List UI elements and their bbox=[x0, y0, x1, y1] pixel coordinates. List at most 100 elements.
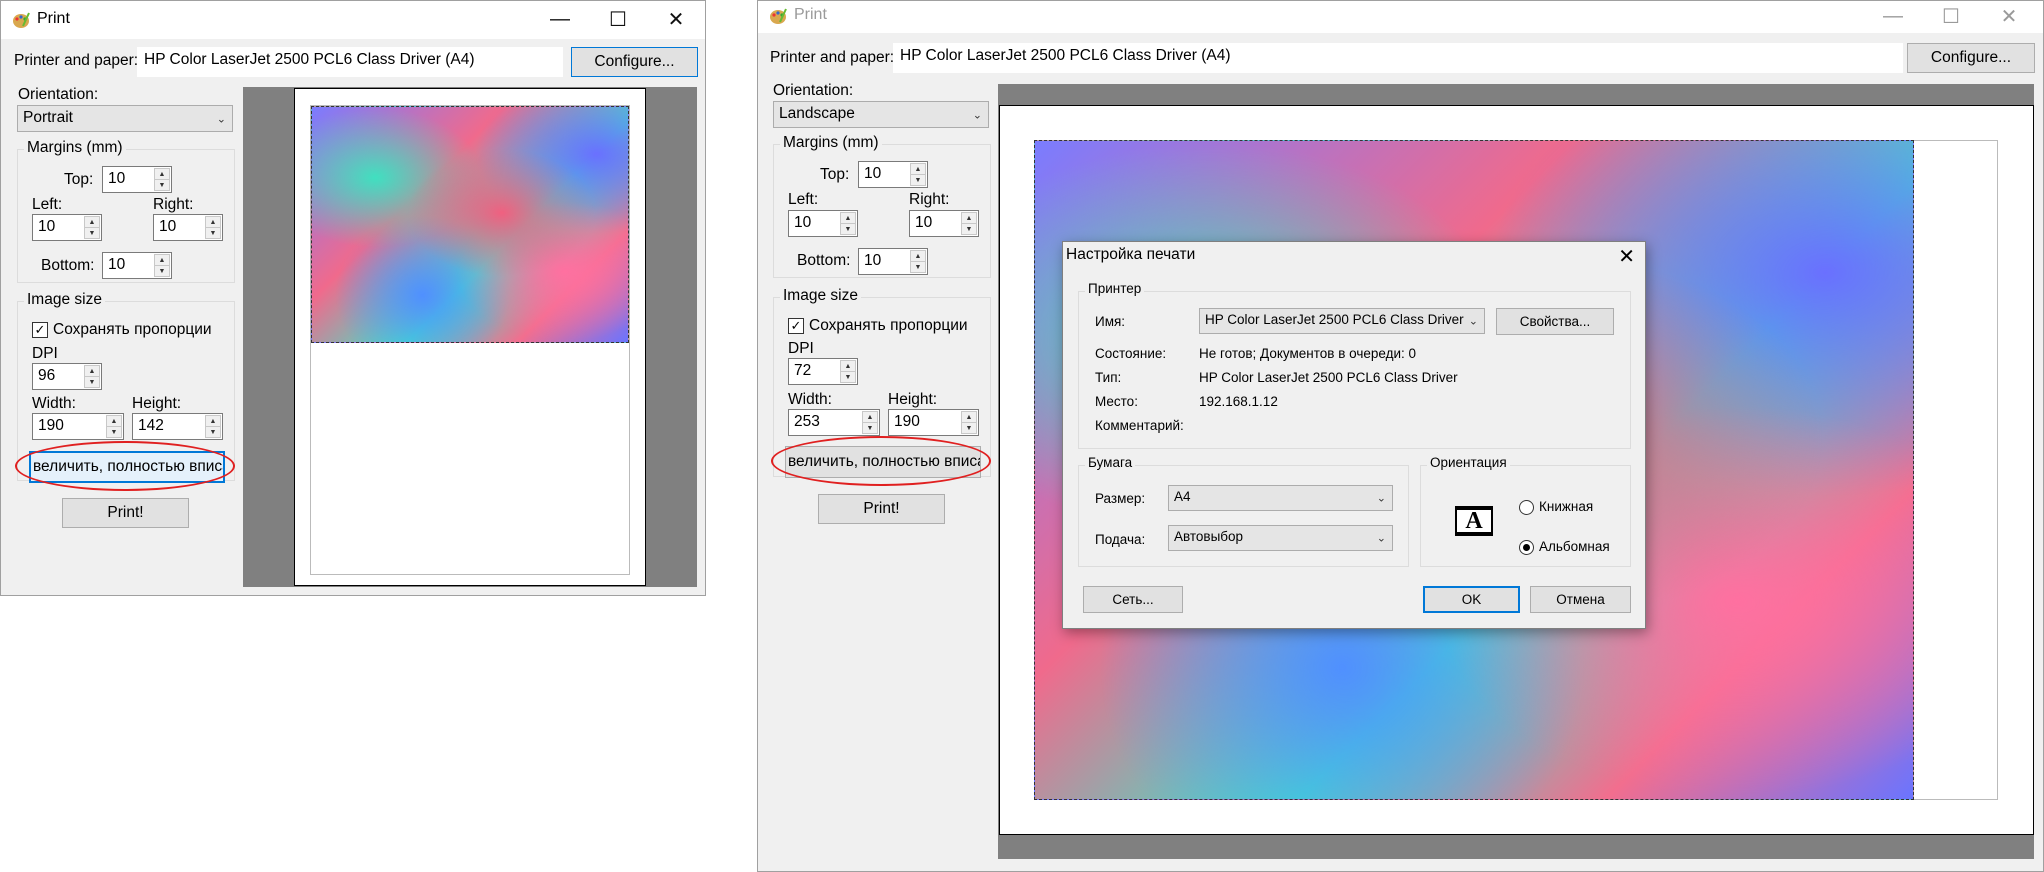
top-margin-value: 10 bbox=[864, 165, 882, 182]
orientation-select[interactable]: Portrait ⌄ bbox=[17, 105, 233, 132]
where-value: 192.168.1.12 bbox=[1199, 394, 1278, 409]
left-margin-value: 10 bbox=[38, 218, 56, 235]
spin-down-icon[interactable]: ▼ bbox=[205, 426, 221, 438]
maximize-icon[interactable]: ☐ bbox=[1922, 1, 1980, 31]
portrait-radio[interactable] bbox=[1519, 500, 1534, 515]
left-label: Left: bbox=[788, 191, 819, 208]
dpi-label: DPI bbox=[32, 345, 58, 362]
network-button[interactable]: Сеть... bbox=[1083, 586, 1183, 613]
printer-name-value: HP Color LaserJet 2500 PCL6 Class Driver bbox=[1205, 312, 1464, 327]
keep-ratio-checkbox[interactable]: ✓ bbox=[788, 318, 804, 334]
printer-group-title: Принтер bbox=[1085, 281, 1145, 296]
left-titlebar: Print — ☐ ✕ bbox=[1, 1, 705, 39]
spin-down-icon[interactable]: ▼ bbox=[840, 223, 856, 235]
paper-size-value: A4 bbox=[1174, 489, 1191, 504]
window-title: Print bbox=[794, 6, 827, 23]
width-label: Width: bbox=[788, 391, 832, 408]
type-label: Тип: bbox=[1095, 370, 1122, 385]
width-label: Width: bbox=[32, 395, 76, 412]
annotation-ellipse bbox=[771, 436, 991, 486]
chevron-down-icon: ⌄ bbox=[1376, 532, 1386, 545]
landscape-label: Альбомная bbox=[1539, 539, 1610, 554]
right-margin-input[interactable]: 10 ▲ ▼ bbox=[153, 214, 223, 241]
chevron-down-icon: ⌄ bbox=[972, 109, 982, 121]
paper-size-select[interactable]: A4 ⌄ bbox=[1168, 485, 1393, 511]
left-margin-input[interactable]: 10 ▲ ▼ bbox=[788, 210, 858, 237]
comment-label: Комментарий: bbox=[1095, 418, 1184, 433]
top-margin-input[interactable]: 10 ▲ ▼ bbox=[858, 161, 928, 188]
dpi-input[interactable]: 72 ▲ ▼ bbox=[788, 358, 858, 385]
print-button[interactable]: Print! bbox=[62, 498, 189, 528]
spin-down-icon[interactable]: ▼ bbox=[154, 179, 170, 191]
height-input[interactable]: 190 ▲ ▼ bbox=[888, 409, 979, 436]
width-input[interactable]: 190 ▲ ▼ bbox=[32, 413, 124, 440]
source-label: Подача: bbox=[1095, 532, 1146, 547]
spin-down-icon[interactable]: ▼ bbox=[961, 422, 977, 434]
spin-down-icon[interactable]: ▼ bbox=[840, 371, 856, 383]
height-label: Height: bbox=[132, 395, 182, 412]
annotation-ellipse bbox=[15, 441, 235, 491]
top-margin-input[interactable]: 10 ▲ ▼ bbox=[102, 166, 172, 193]
configure-button[interactable]: Configure... bbox=[571, 47, 698, 77]
paper-group: Бумага bbox=[1078, 455, 1409, 567]
spin-down-icon[interactable]: ▼ bbox=[84, 376, 100, 388]
paper-source-select[interactable]: Автовыбор ⌄ bbox=[1168, 525, 1393, 551]
status-label: Состояние: bbox=[1095, 346, 1167, 361]
orientation-label: Orientation: bbox=[773, 82, 854, 99]
close-icon[interactable]: ✕ bbox=[647, 1, 705, 37]
window-title: Print bbox=[37, 10, 70, 27]
spin-down-icon[interactable]: ▼ bbox=[862, 422, 878, 434]
minimize-icon[interactable]: — bbox=[1864, 1, 1922, 31]
height-input[interactable]: 142 ▲ ▼ bbox=[132, 413, 223, 440]
paper-sheet bbox=[294, 88, 646, 586]
size-label: Размер: bbox=[1095, 491, 1146, 506]
close-icon[interactable]: ✕ bbox=[1980, 1, 2038, 31]
spin-down-icon[interactable]: ▼ bbox=[205, 227, 221, 239]
top-margin-value: 10 bbox=[108, 170, 126, 187]
left-margin-input[interactable]: 10 ▲ ▼ bbox=[32, 214, 102, 241]
configure-button[interactable]: Configure... bbox=[1907, 43, 2035, 73]
image-size-title: Image size bbox=[24, 291, 105, 309]
top-label: Top: bbox=[64, 171, 94, 188]
checkmark-icon: ✓ bbox=[790, 318, 802, 333]
paper-group-title: Бумага bbox=[1085, 455, 1136, 470]
print-button[interactable]: Print! bbox=[818, 494, 945, 524]
spin-down-icon[interactable]: ▼ bbox=[84, 227, 100, 239]
print-preview bbox=[243, 87, 697, 587]
orientation-select[interactable]: Landscape ⌄ bbox=[773, 101, 989, 128]
margins-title: Margins (mm) bbox=[780, 134, 882, 152]
keep-ratio-checkbox[interactable]: ✓ bbox=[32, 322, 48, 338]
spin-down-icon[interactable]: ▼ bbox=[961, 223, 977, 235]
name-label: Имя: bbox=[1095, 314, 1126, 329]
maximize-icon[interactable]: ☐ bbox=[589, 1, 647, 37]
status-value: Не готов; Документов в очереди: 0 bbox=[1199, 346, 1417, 361]
orientation-value: Landscape bbox=[779, 105, 855, 122]
ok-button[interactable]: OK bbox=[1423, 586, 1520, 613]
landscape-radio[interactable] bbox=[1519, 540, 1534, 555]
bottom-margin-value: 10 bbox=[864, 252, 882, 269]
height-value: 190 bbox=[894, 413, 920, 430]
close-icon[interactable]: ✕ bbox=[1618, 244, 1635, 269]
spin-down-icon[interactable]: ▼ bbox=[106, 426, 122, 438]
dpi-input[interactable]: 96 ▲ ▼ bbox=[32, 363, 102, 390]
right-label: Right: bbox=[153, 196, 194, 213]
properties-button[interactable]: Свойства... bbox=[1496, 308, 1614, 335]
spin-down-icon[interactable]: ▼ bbox=[910, 261, 926, 273]
bottom-margin-input[interactable]: 10 ▲ ▼ bbox=[858, 248, 928, 275]
chevron-down-icon: ⌄ bbox=[1376, 492, 1386, 505]
minimize-icon[interactable]: — bbox=[531, 1, 589, 37]
bottom-margin-input[interactable]: 10 ▲ ▼ bbox=[102, 252, 172, 279]
width-input[interactable]: 253 ▲ ▼ bbox=[788, 409, 880, 436]
orientation-a-icon: A bbox=[1455, 506, 1493, 536]
printer-name-select[interactable]: HP Color LaserJet 2500 PCL6 Class Driver… bbox=[1199, 308, 1485, 334]
checkmark-icon: ✓ bbox=[34, 322, 46, 337]
bottom-label: Bottom: bbox=[41, 257, 95, 274]
app-palette-icon bbox=[770, 8, 787, 24]
spin-down-icon[interactable]: ▼ bbox=[910, 174, 926, 186]
spin-down-icon[interactable]: ▼ bbox=[154, 265, 170, 277]
printer-paper-label: Printer and paper: bbox=[770, 49, 895, 66]
bottom-label: Bottom: bbox=[797, 252, 851, 269]
right-margin-input[interactable]: 10 ▲ ▼ bbox=[909, 210, 979, 237]
cancel-button[interactable]: Отмена bbox=[1530, 586, 1631, 613]
top-label: Top: bbox=[820, 166, 850, 183]
